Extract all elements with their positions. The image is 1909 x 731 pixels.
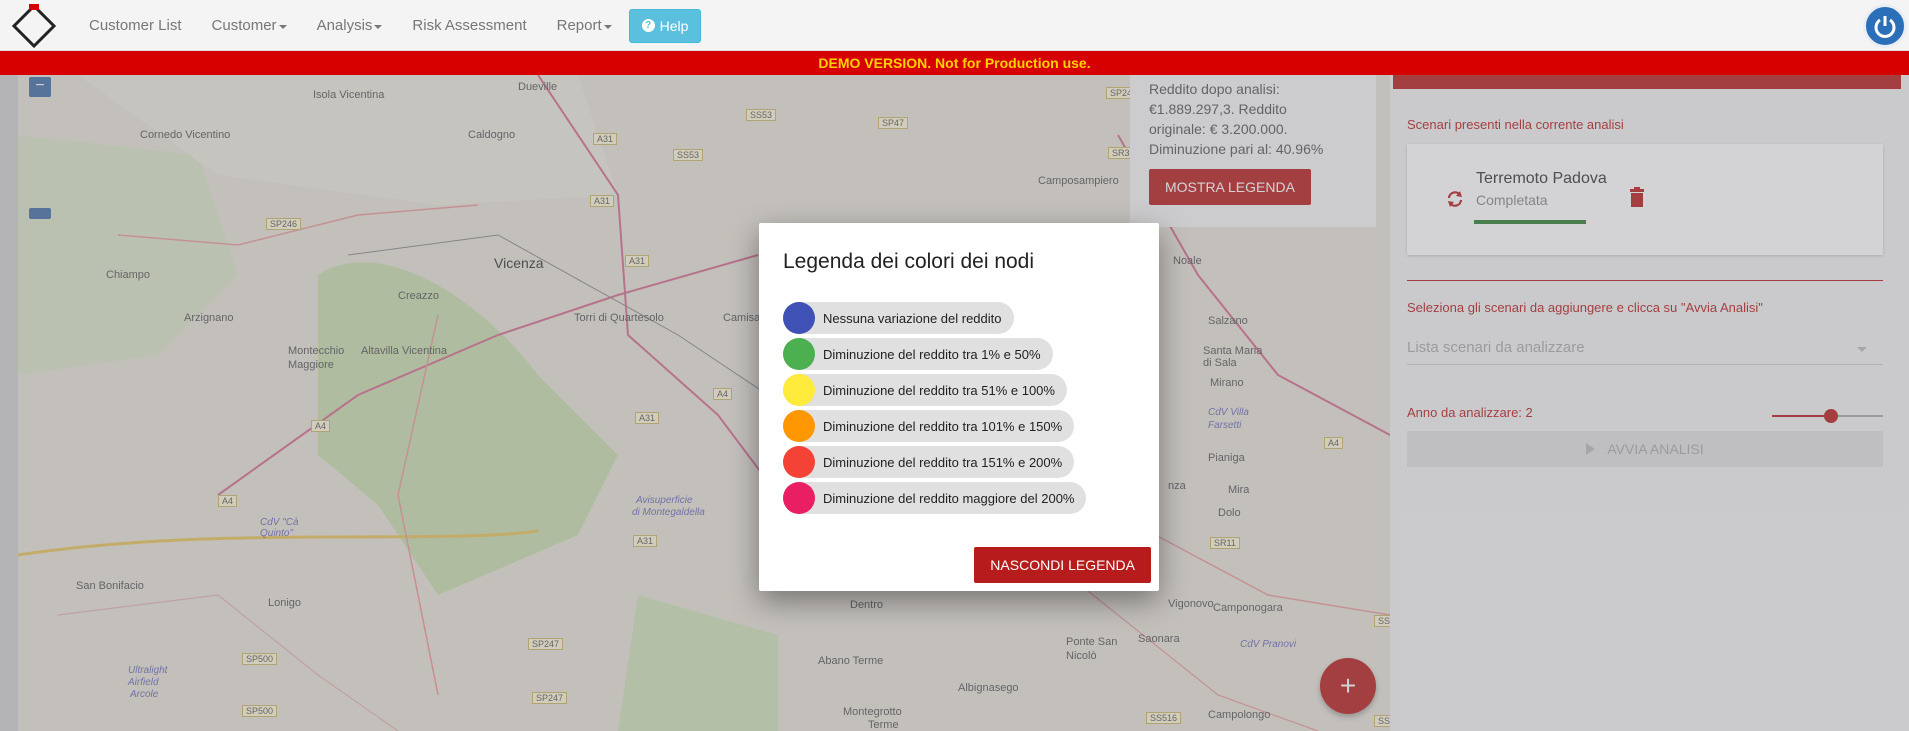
legend-item: Diminuzione del reddito tra 151% e 200%	[783, 446, 1086, 478]
legend-chip: Nessuna variazione del reddito	[783, 302, 1014, 334]
legend-chip: Diminuzione del reddito tra 151% e 200%	[783, 446, 1075, 478]
legend-label: Diminuzione del reddito tra 51% e 100%	[823, 382, 1055, 398]
question-circle-icon: ?	[641, 19, 655, 32]
nav-item-customer-list[interactable]: Customer List	[74, 0, 197, 51]
legend-item: Diminuzione del reddito maggiore del 200…	[783, 482, 1087, 514]
legend-color-dot	[783, 482, 815, 514]
app-logo[interactable]	[11, 3, 57, 49]
top-navbar: Customer List Customer Analysis Risk Assess…	[0, 0, 1909, 51]
legend-chip: Diminuzione del reddito maggiore del 200…	[783, 482, 1087, 514]
legend-color-dot	[783, 302, 815, 334]
nav-item-label: Report	[556, 17, 602, 34]
help-button[interactable]: ? Help	[628, 8, 702, 43]
legend-item: Nessuna variazione del reddito	[783, 302, 1086, 334]
legend-chip: Diminuzione del reddito tra 101% e 150%	[783, 410, 1075, 442]
caret-down-icon	[374, 24, 383, 29]
nav-item-label: Analysis	[316, 17, 373, 34]
hide-legend-button[interactable]: NASCONDI LEGENDA	[974, 547, 1151, 583]
nav-item-label: Risk Assessment	[412, 17, 527, 34]
legend-label: Diminuzione del reddito tra 151% e 200%	[823, 454, 1063, 470]
legend-color-dot	[783, 410, 815, 442]
logout-button[interactable]	[1863, 4, 1907, 48]
demo-banner: DEMO VERSION. Not for Production use.	[0, 51, 1909, 75]
nav-item-risk-assessment[interactable]: Risk Assessment	[397, 0, 541, 51]
legend-chip: Diminuzione del reddito tra 51% e 100%	[783, 374, 1067, 406]
legend-list: Nessuna variazione del reddito Diminuzion…	[783, 302, 1087, 518]
nav-menu: Customer List Customer Analysis Risk Assess…	[74, 0, 702, 51]
nav-item-analysis[interactable]: Analysis	[302, 0, 398, 51]
nav-item-label: Customer List	[89, 17, 182, 34]
legend-item: Diminuzione del reddito tra 101% e 150%	[783, 410, 1086, 442]
nav-item-report[interactable]: Report	[542, 0, 627, 51]
legend-color-dot	[783, 374, 815, 406]
caret-down-icon	[603, 24, 612, 29]
power-icon	[1874, 16, 1896, 38]
legend-color-dot	[783, 338, 815, 370]
legend-label: Diminuzione del reddito tra 1% e 50%	[823, 346, 1041, 362]
legend-label: Diminuzione del reddito tra 101% e 150%	[823, 418, 1063, 434]
help-label: Help	[659, 17, 689, 34]
legend-item: Diminuzione del reddito tra 51% e 100%	[783, 374, 1086, 406]
legend-label: Diminuzione del reddito maggiore del 200…	[823, 490, 1075, 506]
nav-item-customer[interactable]: Customer	[197, 0, 302, 51]
legend-modal-title: Legenda dei colori dei nodi	[783, 250, 1035, 273]
nav-item-label: Customer	[211, 17, 277, 34]
caret-down-icon	[278, 24, 287, 29]
legend-label: Nessuna variazione del reddito	[823, 310, 1002, 326]
legend-modal: Legenda dei colori dei nodi Nessuna vari…	[759, 223, 1159, 591]
legend-color-dot	[783, 446, 815, 478]
legend-item: Diminuzione del reddito tra 1% e 50%	[783, 338, 1086, 370]
legend-chip: Diminuzione del reddito tra 1% e 50%	[783, 338, 1053, 370]
